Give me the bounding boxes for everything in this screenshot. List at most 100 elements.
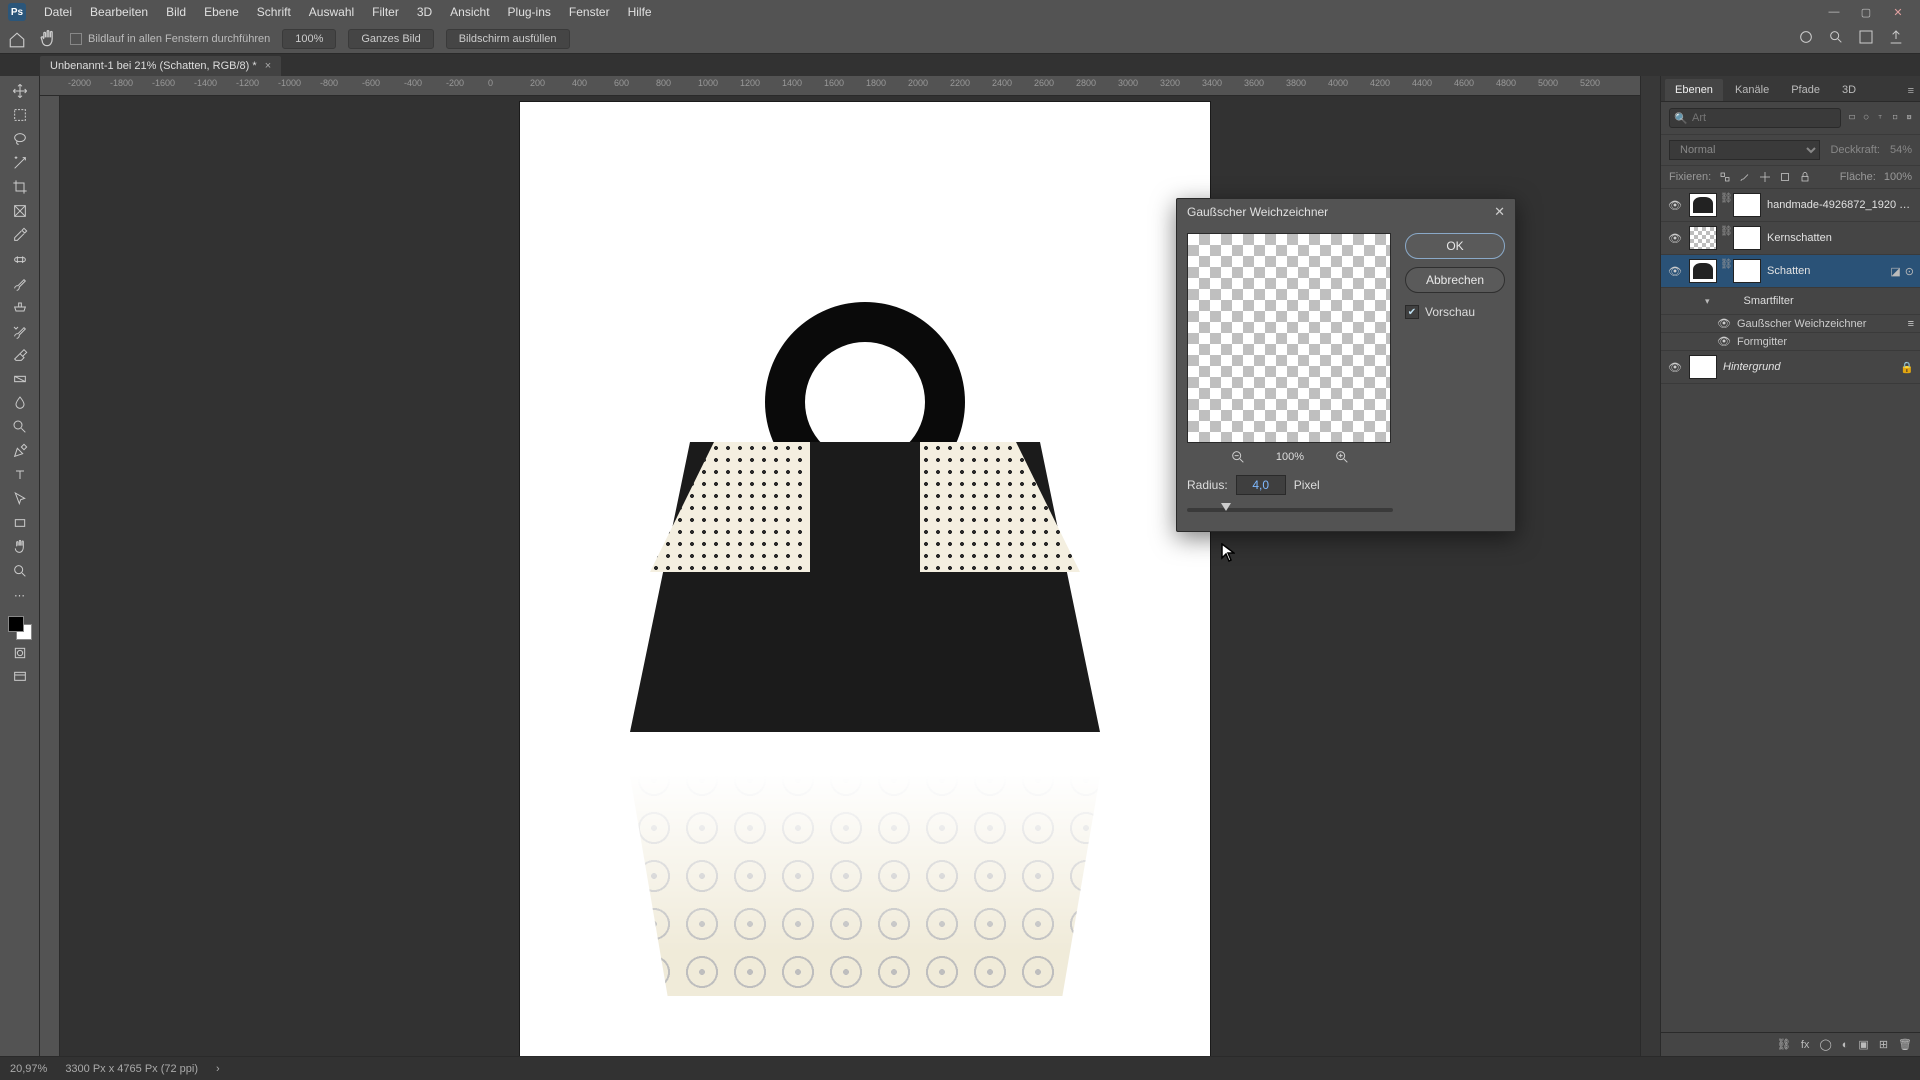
move-tool-icon[interactable]: [6, 80, 34, 102]
panel-tab-pfade[interactable]: Pfade: [1781, 79, 1830, 101]
crop-tool-icon[interactable]: [6, 176, 34, 198]
radius-slider[interactable]: [1187, 503, 1393, 517]
new-adjustment-icon[interactable]: ◐: [1842, 1039, 1849, 1051]
filter-blending-icon[interactable]: ≡: [1908, 318, 1914, 330]
path-selection-tool-icon[interactable]: [6, 488, 34, 510]
visibility-toggle-icon[interactable]: 👁: [1667, 232, 1683, 245]
status-zoom[interactable]: 20,97%: [10, 1063, 47, 1075]
eraser-tool-icon[interactable]: [6, 344, 34, 366]
menu-bild[interactable]: Bild: [158, 1, 194, 23]
clone-stamp-tool-icon[interactable]: [6, 296, 34, 318]
edit-toolbar-icon[interactable]: ⋯: [6, 584, 34, 606]
zoom-out-icon[interactable]: [1230, 449, 1246, 465]
new-layer-icon[interactable]: ⊞: [1879, 1038, 1888, 1051]
filter-toggle-icon[interactable]: ⊙: [1905, 265, 1914, 278]
layer-style-icon[interactable]: fx: [1801, 1039, 1810, 1051]
zoom-tool-icon[interactable]: [6, 560, 34, 582]
quick-mask-icon[interactable]: [6, 642, 34, 664]
status-doc-info[interactable]: 3300 Px x 4765 Px (72 ppi): [65, 1063, 198, 1075]
panel-tab-ebenen[interactable]: Ebenen: [1665, 79, 1723, 101]
radius-input[interactable]: [1236, 475, 1286, 495]
layer-name[interactable]: Hintergrund: [1723, 361, 1894, 373]
menu-filter[interactable]: Filter: [364, 1, 407, 23]
dodge-tool-icon[interactable]: [6, 416, 34, 438]
lock-icon[interactable]: 🔒: [1900, 361, 1914, 374]
collapsed-panel-strip[interactable]: [1640, 76, 1660, 1056]
menu-schrift[interactable]: Schrift: [249, 1, 299, 23]
window-maximize-icon[interactable]: ▢: [1852, 3, 1880, 21]
layer-name[interactable]: handmade-4926872_1920 Kopie: [1767, 199, 1914, 211]
layer-name[interactable]: Kernschatten: [1767, 232, 1914, 244]
layer-row[interactable]: 👁 ⛓ Kernschatten: [1661, 222, 1920, 255]
lock-pixels-icon[interactable]: [1739, 171, 1751, 183]
slider-thumb-icon[interactable]: [1221, 503, 1231, 511]
collapse-arrow-icon[interactable]: ▾: [1705, 296, 1710, 307]
layer-row-active[interactable]: 👁 ⛓ Schatten ◪⊙: [1661, 255, 1920, 288]
menu-bearbeiten[interactable]: Bearbeiten: [82, 1, 156, 23]
layer-name[interactable]: Schatten: [1767, 265, 1884, 277]
history-brush-tool-icon[interactable]: [6, 320, 34, 342]
window-close-icon[interactable]: ✕: [1884, 3, 1912, 21]
cloud-share-icon[interactable]: [1798, 29, 1814, 48]
opacity-value[interactable]: 54%: [1890, 144, 1912, 156]
color-swatch[interactable]: [8, 616, 32, 640]
filter-smartobject-icon[interactable]: [1906, 111, 1912, 125]
mask-link-icon[interactable]: ⛓: [1720, 226, 1730, 250]
blend-mode-select[interactable]: Normal: [1669, 140, 1820, 160]
gradient-tool-icon[interactable]: [6, 368, 34, 390]
document-tab-close-icon[interactable]: ×: [265, 60, 271, 72]
lasso-tool-icon[interactable]: [6, 128, 34, 150]
menu-hilfe[interactable]: Hilfe: [620, 1, 660, 23]
visibility-toggle-icon[interactable]: 👁: [1717, 335, 1731, 348]
type-tool-icon[interactable]: [6, 464, 34, 486]
cancel-button[interactable]: Abbrechen: [1405, 267, 1505, 293]
status-arrow-icon[interactable]: ›: [216, 1063, 220, 1075]
zoom-in-icon[interactable]: [1334, 449, 1350, 465]
panel-tab-3d[interactable]: 3D: [1832, 79, 1866, 101]
menu-ansicht[interactable]: Ansicht: [442, 1, 497, 23]
filter-adjustment-icon[interactable]: [1863, 111, 1869, 125]
brush-tool-icon[interactable]: [6, 272, 34, 294]
dialog-close-icon[interactable]: ✕: [1494, 204, 1505, 220]
share-export-icon[interactable]: [1888, 29, 1904, 48]
delete-layer-icon[interactable]: 🗑: [1898, 1038, 1912, 1051]
new-group-icon[interactable]: ▣: [1858, 1038, 1868, 1051]
menu-fenster[interactable]: Fenster: [561, 1, 618, 23]
add-mask-icon[interactable]: ◯: [1819, 1038, 1831, 1051]
preview-checkbox[interactable]: ✔ Vorschau: [1405, 305, 1505, 319]
lock-all-icon[interactable]: [1799, 171, 1811, 183]
document-tab[interactable]: Unbenannt-1 bei 21% (Schatten, RGB/8) * …: [40, 56, 281, 76]
link-layers-icon[interactable]: ⛓: [1777, 1038, 1791, 1051]
workspace-icon[interactable]: [1858, 29, 1874, 48]
fit-screen-button[interactable]: Ganzes Bild: [348, 29, 433, 49]
dialog-preview[interactable]: [1187, 233, 1391, 443]
dialog-titlebar[interactable]: Gaußscher Weichzeichner ✕: [1177, 199, 1515, 225]
filter-shape-icon[interactable]: [1892, 111, 1898, 125]
lock-transparency-icon[interactable]: [1719, 171, 1731, 183]
home-icon[interactable]: [8, 31, 26, 47]
lock-position-icon[interactable]: [1759, 171, 1771, 183]
healing-brush-tool-icon[interactable]: [6, 248, 34, 270]
eyedropper-tool-icon[interactable]: [6, 224, 34, 246]
menu-plugins[interactable]: Plug-ins: [500, 1, 559, 23]
smartfilter-item[interactable]: 👁 Gaußscher Weichzeichner ≡: [1661, 315, 1920, 333]
pen-tool-icon[interactable]: [6, 440, 34, 462]
menu-ebene[interactable]: Ebene: [196, 1, 247, 23]
visibility-toggle-icon[interactable]: 👁: [1667, 265, 1683, 278]
menu-datei[interactable]: Datei: [36, 1, 80, 23]
screen-mode-icon[interactable]: [6, 666, 34, 688]
hand-tool-toolbox-icon[interactable]: [6, 536, 34, 558]
filter-image-icon[interactable]: [1849, 111, 1855, 125]
visibility-toggle-icon[interactable]: 👁: [1717, 317, 1731, 330]
fill-value[interactable]: 100%: [1884, 171, 1912, 183]
filter-type-icon[interactable]: [1877, 111, 1883, 125]
ok-button[interactable]: OK: [1405, 233, 1505, 259]
marquee-tool-icon[interactable]: [6, 104, 34, 126]
magic-wand-tool-icon[interactable]: [6, 152, 34, 174]
layer-row[interactable]: 👁 ⛓ handmade-4926872_1920 Kopie: [1661, 189, 1920, 222]
lock-artboard-icon[interactable]: [1779, 171, 1791, 183]
layer-filter-input[interactable]: [1669, 108, 1841, 128]
mask-link-icon[interactable]: ⛓: [1720, 193, 1730, 217]
panel-menu-icon[interactable]: ≡: [1902, 81, 1920, 101]
zoom-100-button[interactable]: 100%: [282, 29, 336, 49]
